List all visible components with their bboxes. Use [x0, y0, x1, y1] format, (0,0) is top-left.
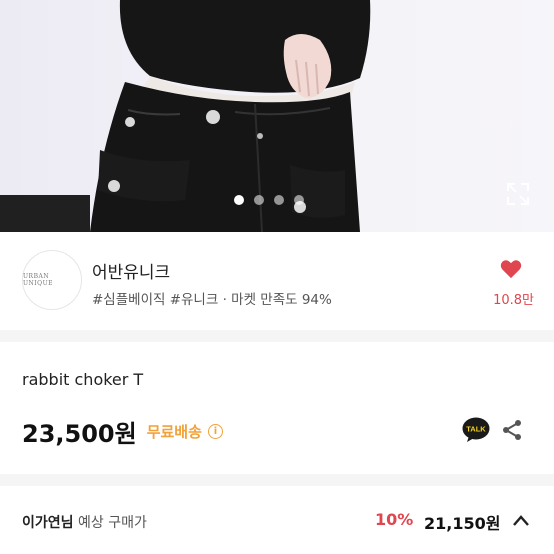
purchase-bar[interactable]: 이가연님 예상 구매가 10% 21,150원 — [0, 486, 554, 554]
expand-icon[interactable] — [506, 182, 530, 206]
carousel-dot[interactable] — [234, 195, 244, 205]
product-image-carousel[interactable] — [0, 0, 554, 232]
section-divider — [0, 330, 554, 342]
shop-name[interactable]: 어반유니크 — [92, 258, 170, 283]
talk-chat-icon[interactable]: TALK — [462, 417, 490, 443]
talk-label: TALK — [466, 425, 486, 434]
chevron-up-icon[interactable] — [512, 514, 530, 528]
price-row: 23,500원 무료배송 i — [22, 414, 223, 449]
shop-tags: #심플베이직 #유니크 · 마켓 만족도 94% — [92, 292, 332, 308]
info-icon[interactable]: i — [207, 424, 223, 439]
final-price: 21,150원 — [424, 514, 501, 533]
expected-price-label: 이가연님 예상 구매가 — [22, 512, 147, 532]
free-shipping-badge: 무료배송 — [146, 423, 202, 441]
shop-info[interactable]: URBAN UNIQUE 어반유니크 #심플베이직 #유니크 · 마켓 만족도 … — [0, 232, 554, 330]
product-price: 23,500원 — [22, 420, 137, 448]
product-title: rabbit choker T — [22, 370, 144, 389]
carousel-dot[interactable] — [254, 195, 264, 205]
buyer-name: 이가연님 — [22, 515, 74, 531]
share-icon[interactable] — [500, 418, 524, 442]
carousel-dot[interactable] — [294, 195, 304, 205]
carousel-dot[interactable] — [274, 195, 284, 205]
heart-icon[interactable] — [500, 259, 522, 279]
carousel-indicators — [234, 195, 304, 205]
like-count: 10.8만 — [493, 293, 534, 308]
section-divider — [0, 474, 554, 486]
shop-logo[interactable]: URBAN UNIQUE — [22, 250, 82, 310]
shop-logo-text: URBAN UNIQUE — [23, 273, 54, 287]
discount-rate: 10% — [375, 510, 414, 529]
expected-price-text: 예상 구매가 — [77, 515, 147, 531]
